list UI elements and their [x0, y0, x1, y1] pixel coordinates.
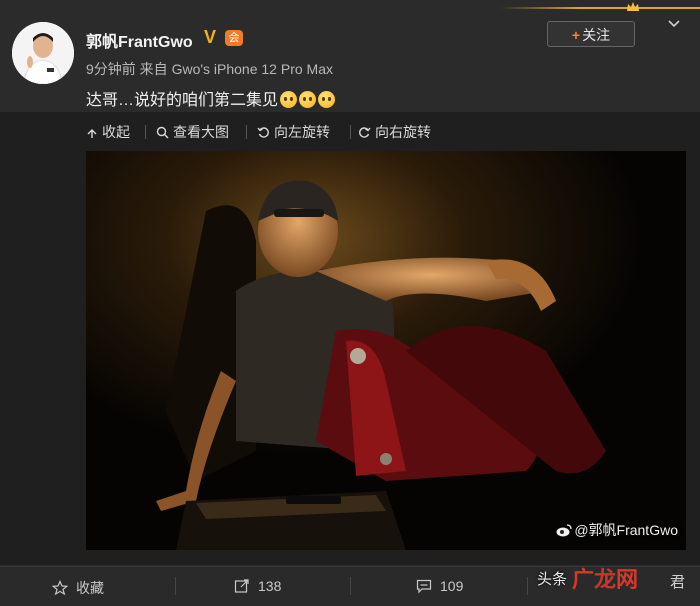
crying-emoji-icon: [280, 91, 298, 108]
toolbar-divider: [246, 125, 247, 139]
repost-count: 138: [258, 578, 282, 594]
follow-label: 关注: [582, 27, 611, 43]
member-badge: 会: [225, 30, 243, 46]
collapse-icon: [87, 129, 97, 138]
post-text: 达哥…说好的咱们第二集见: [86, 92, 279, 109]
media-panel: 收起 查看大图 向左旋转 向右旋转 @郭帆FrantGwo: [0, 112, 700, 565]
crown-icon: [627, 2, 639, 11]
comment-button[interactable]: 109: [416, 578, 463, 594]
verified-badge: V: [204, 27, 217, 47]
rotate-left-button[interactable]: 向左旋转: [257, 122, 330, 142]
like-label-partial: 君: [670, 574, 686, 591]
view-large-button[interactable]: 查看大图: [156, 122, 229, 142]
comment-icon: [416, 579, 432, 594]
action-divider: [350, 577, 351, 595]
avatar[interactable]: [12, 22, 74, 84]
rotate-right-button[interactable]: 向右旋转: [358, 122, 431, 142]
toolbar-divider: [145, 125, 146, 139]
toutiao-watermark: 头条: [537, 571, 568, 588]
photo-watermark: @郭帆FrantGwo: [556, 520, 678, 540]
watermark-text: @郭帆FrantGwo: [574, 522, 678, 538]
rotate-left-icon: [257, 127, 269, 138]
favorite-label: 收藏: [76, 580, 104, 596]
plus-icon: +: [571, 27, 581, 43]
view-large-label: 查看大图: [173, 124, 229, 140]
search-icon: [156, 126, 169, 139]
toolbar-divider: [350, 125, 351, 139]
logo-char: 网: [616, 567, 639, 592]
chevron-down-icon[interactable]: [667, 17, 681, 31]
favorite-button[interactable]: 收藏: [51, 578, 104, 598]
comment-count: 109: [440, 578, 464, 594]
star-icon: [51, 580, 69, 596]
post-meta: 9分钟前 来自 Gwo's iPhone 12 Pro Max: [86, 61, 333, 77]
rotate-right-label: 向右旋转: [375, 124, 431, 140]
logo-char: 龙: [594, 567, 617, 592]
gold-divider: [500, 7, 700, 9]
post-header: 郭帆FrantGwo V 会 9分钟前 来自 Gwo's iPhone 12 P…: [0, 0, 700, 112]
crying-emoji-icon: [299, 91, 317, 108]
follow-button[interactable]: + 关注: [547, 21, 635, 47]
site-logo-watermark: 广龙网: [572, 562, 638, 594]
username[interactable]: 郭帆FrantGwo: [86, 28, 193, 52]
collapse-button[interactable]: 收起: [86, 122, 130, 142]
avatar-image: [12, 22, 74, 84]
collapse-label: 收起: [102, 124, 130, 140]
crying-emoji-icon: [318, 91, 336, 108]
action-divider: [175, 577, 176, 595]
post-photo[interactable]: @郭帆FrantGwo: [86, 151, 686, 550]
repost-button[interactable]: 138: [234, 578, 281, 594]
post-content: 达哥…说好的咱们第二集见: [86, 86, 336, 110]
logo-char: 广: [572, 567, 595, 592]
action-divider: [527, 577, 528, 595]
weibo-icon: [556, 524, 572, 537]
rotate-left-label: 向左旋转: [274, 124, 330, 140]
rotate-right-icon: [359, 127, 371, 138]
share-icon: [234, 579, 249, 593]
photo-image: [86, 151, 686, 550]
